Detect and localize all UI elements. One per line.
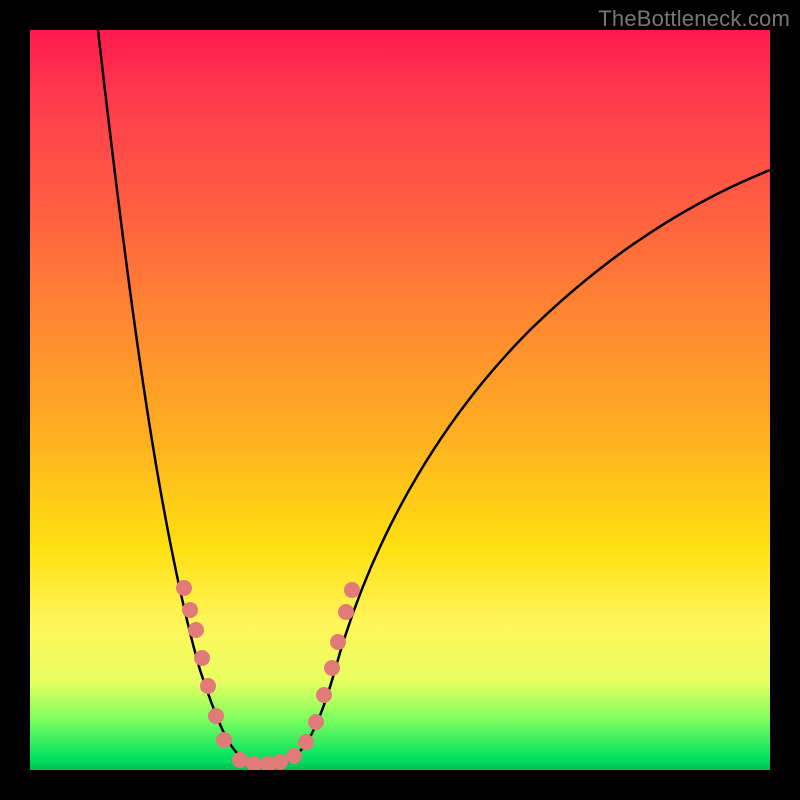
data-dot <box>344 582 360 598</box>
data-dot <box>176 580 192 596</box>
curve-svg <box>30 30 770 770</box>
data-dot <box>308 714 324 730</box>
data-dot <box>330 634 346 650</box>
data-dots <box>176 580 360 770</box>
data-dot <box>324 660 340 676</box>
data-dot <box>232 752 248 768</box>
data-dot <box>216 732 232 748</box>
data-dot <box>208 708 224 724</box>
chart-frame: TheBottleneck.com <box>0 0 800 800</box>
data-dot <box>200 678 216 694</box>
data-dot <box>246 756 262 770</box>
watermark-text: TheBottleneck.com <box>598 6 790 32</box>
data-dot <box>338 604 354 620</box>
data-dot <box>316 687 332 703</box>
data-dot <box>188 622 204 638</box>
plot-area <box>30 30 770 770</box>
data-dot <box>272 754 288 770</box>
data-dot <box>298 734 314 750</box>
data-dot <box>194 650 210 666</box>
data-dot <box>286 748 302 764</box>
data-dot <box>182 602 198 618</box>
